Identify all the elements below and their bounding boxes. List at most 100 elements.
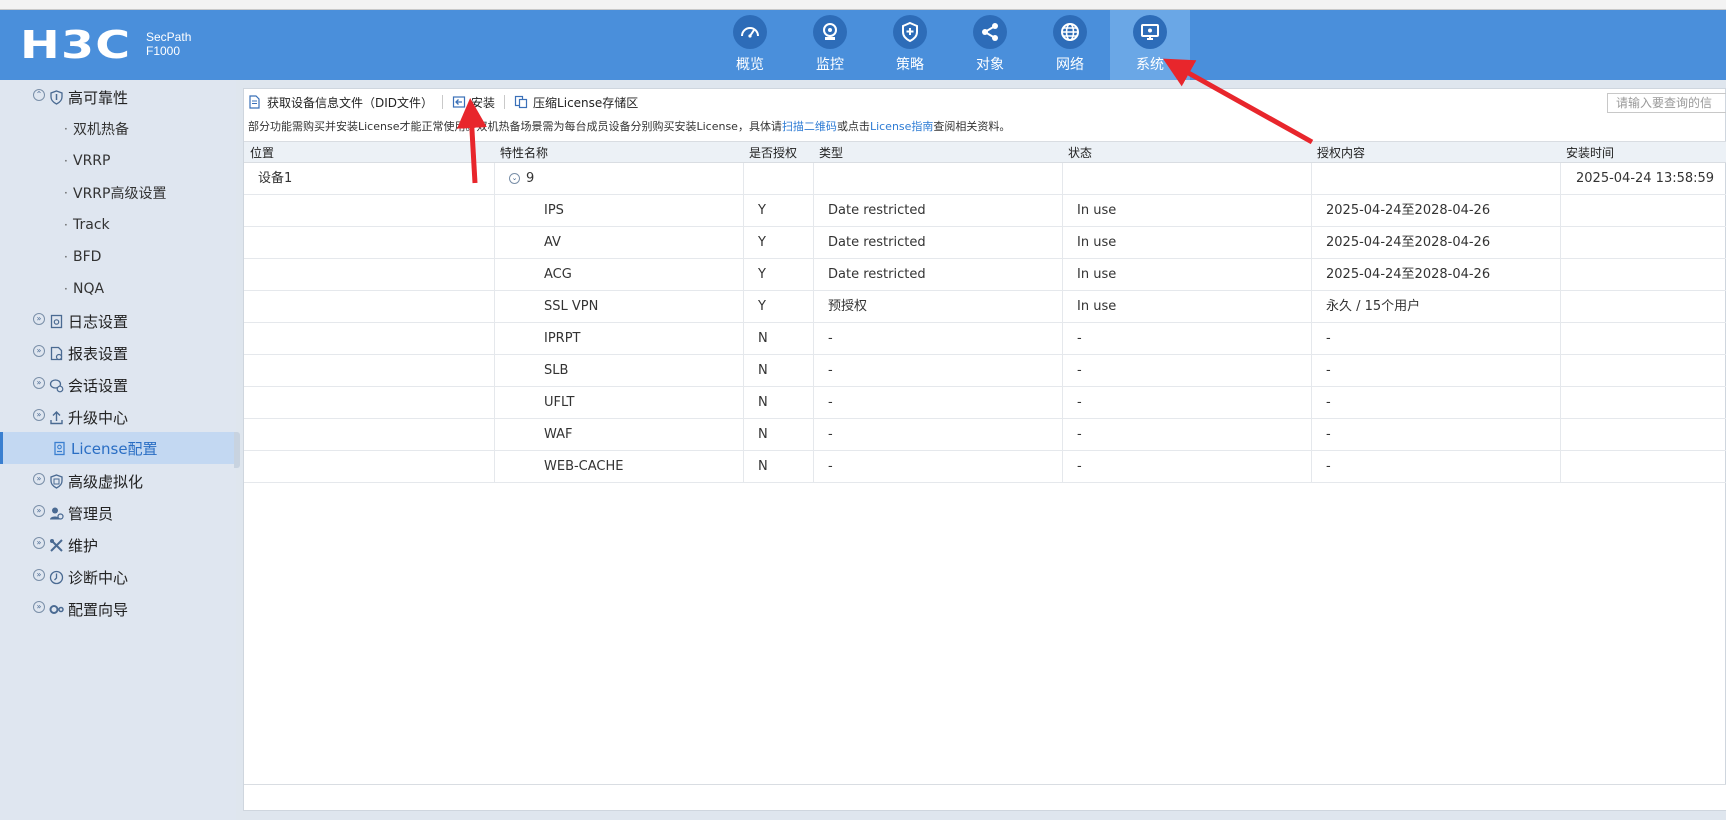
- cell-install-time: [1560, 323, 1726, 355]
- search-input[interactable]: 请输入要查询的信: [1607, 93, 1726, 113]
- sidebar-group-maintenance[interactable]: » 维护: [0, 530, 236, 560]
- nav-object[interactable]: 对象: [950, 10, 1030, 80]
- sidebar-group-report[interactable]: » 报表设置: [0, 338, 236, 368]
- table-row[interactable]: IPS Y Date restricted In use 2025-04-24至2028…: [244, 195, 1726, 227]
- expand-toggle-icon[interactable]: »: [33, 473, 45, 485]
- compress-storage-button[interactable]: 压缩License存储区: [514, 94, 638, 111]
- col-type[interactable]: 类型: [813, 142, 843, 164]
- sidebar-item-vrrp-advanced[interactable]: · VRRP高级设置: [0, 178, 236, 208]
- cell-install-time: [1560, 259, 1726, 291]
- table-row[interactable]: ACG Y Date restricted In use 2025-04-24至2028…: [244, 259, 1726, 291]
- table-row[interactable]: UFLT N - - -: [244, 387, 1726, 419]
- bullet: ·: [64, 218, 68, 232]
- cell-empty: [743, 163, 813, 195]
- nav-system[interactable]: 系统: [1110, 10, 1190, 80]
- cell-content: 2025-04-24至2028-04-26: [1311, 195, 1560, 227]
- cell-location: [244, 355, 494, 387]
- cell-authorized: Y: [743, 227, 813, 259]
- sidebar-group-diagnose[interactable]: » 诊断中心: [0, 562, 236, 592]
- nav-monitor[interactable]: 监控: [790, 10, 870, 80]
- cell-type: -: [813, 451, 1062, 483]
- nav-policy[interactable]: 策略: [870, 10, 950, 80]
- sidebar-group-admin[interactable]: » 管理员: [0, 498, 236, 528]
- cell-install-time: [1560, 291, 1726, 323]
- sidebar: ⌃ 高可靠性 · 双机热备 · VRRP · VRRP高级设置 · Track · BFD…: [0, 80, 236, 820]
- nav-label: 系统: [1136, 57, 1164, 73]
- sidebar-item-label: VRRP: [73, 153, 111, 169]
- cell-install-time: [1560, 355, 1726, 387]
- expand-toggle-icon[interactable]: ⌃: [33, 89, 45, 101]
- expand-toggle-icon[interactable]: »: [33, 505, 45, 517]
- col-authorized[interactable]: 是否授权: [743, 142, 797, 164]
- table-group-row[interactable]: 设备1 ⌄ 9 2025-04-24 13:58:59: [244, 163, 1726, 195]
- cell-content: 2025-04-24至2028-04-26: [1311, 259, 1560, 291]
- sidebar-group-session[interactable]: » 会话设置: [0, 370, 236, 400]
- expand-toggle-icon[interactable]: »: [33, 377, 45, 389]
- cell-install-time: [1560, 419, 1726, 451]
- cell-content: -: [1311, 419, 1560, 451]
- table-row[interactable]: WAF N - - -: [244, 419, 1726, 451]
- col-location[interactable]: 位置: [244, 142, 274, 164]
- bullet: ·: [64, 250, 68, 264]
- expand-toggle-icon[interactable]: »: [33, 569, 45, 581]
- cell-authorized: Y: [743, 259, 813, 291]
- col-status[interactable]: 状态: [1062, 142, 1092, 164]
- expand-toggle-icon[interactable]: »: [33, 313, 45, 325]
- sidebar-group-label: 报表设置: [68, 344, 129, 363]
- sidebar-item-vrrp[interactable]: · VRRP: [0, 146, 236, 176]
- table-row[interactable]: IPRPT N - - -: [244, 323, 1726, 355]
- install-icon: [452, 96, 466, 108]
- expand-toggle-icon[interactable]: »: [33, 409, 45, 421]
- bullet: ·: [64, 282, 68, 296]
- expand-toggle-icon[interactable]: »: [33, 537, 45, 549]
- sidebar-item-license[interactable]: License配置: [0, 432, 236, 464]
- cell-type: -: [813, 355, 1062, 387]
- cell-empty: [1311, 163, 1560, 195]
- sidebar-group-label: 配置向导: [68, 600, 129, 619]
- cell-location: [244, 259, 494, 291]
- sidebar-group-wizard[interactable]: » 配置向导: [0, 594, 236, 624]
- cell-content: -: [1311, 451, 1560, 483]
- col-feature[interactable]: 特性名称: [494, 142, 548, 164]
- share-icon: [973, 15, 1007, 49]
- expand-toggle-icon[interactable]: »: [33, 601, 45, 613]
- table-row[interactable]: SLB N - - -: [244, 355, 1726, 387]
- install-button[interactable]: 安装: [452, 94, 495, 111]
- nav-label: 监控: [816, 57, 844, 73]
- sidebar-group-virtualization[interactable]: » 高级虚拟化: [0, 466, 236, 496]
- nav-network[interactable]: 网络: [1030, 10, 1110, 80]
- license-icon: [54, 441, 65, 455]
- system-icon: [1133, 15, 1167, 49]
- sidebar-collapse-handle[interactable]: [234, 432, 240, 468]
- table-row[interactable]: WEB-CACHE N - - -: [244, 451, 1726, 483]
- sidebar-item-hot-standby[interactable]: · 双机热备: [0, 114, 236, 144]
- shield-icon: [893, 15, 927, 49]
- license-guide-link[interactable]: License指南: [870, 120, 933, 133]
- sidebar-group-upgrade[interactable]: » 升级中心: [0, 402, 236, 432]
- sidebar-item-track[interactable]: · Track: [0, 210, 236, 240]
- compress-icon: [514, 95, 528, 109]
- get-did-button[interactable]: 获取设备信息文件（DID文件）: [248, 94, 433, 111]
- cell-location: 设备1: [258, 171, 293, 186]
- shield-icon: [50, 89, 63, 105]
- sidebar-item-nqa[interactable]: · NQA: [0, 274, 236, 304]
- session-icon: [49, 378, 64, 392]
- cell-feature: IPRPT: [494, 323, 743, 355]
- nav-overview[interactable]: 概览: [710, 10, 790, 80]
- sidebar-group-ha[interactable]: ⌃ 高可靠性: [0, 82, 236, 112]
- cell-type: -: [813, 323, 1062, 355]
- cell-feature: SLB: [494, 355, 743, 387]
- table-row[interactable]: SSL VPN Y 预授权 In use 永久 / 15个用户: [244, 291, 1726, 323]
- sidebar-group-log[interactable]: » 日志设置: [0, 306, 236, 336]
- scan-qr-link[interactable]: 扫描二维码: [782, 120, 837, 133]
- col-install-time[interactable]: 安装时间: [1560, 142, 1614, 164]
- expand-toggle-icon[interactable]: »: [33, 345, 45, 357]
- col-content[interactable]: 授权内容: [1311, 142, 1365, 164]
- sidebar-item-bfd[interactable]: · BFD: [0, 242, 236, 272]
- table-row[interactable]: AV Y Date restricted In use 2025-04-24至2028-…: [244, 227, 1726, 259]
- cell-location: [244, 451, 494, 483]
- collapse-toggle-icon[interactable]: ⌄: [509, 173, 520, 184]
- notice-text: 或点击: [836, 120, 870, 133]
- cell-install-time: [1560, 451, 1726, 483]
- cell-type: -: [813, 419, 1062, 451]
